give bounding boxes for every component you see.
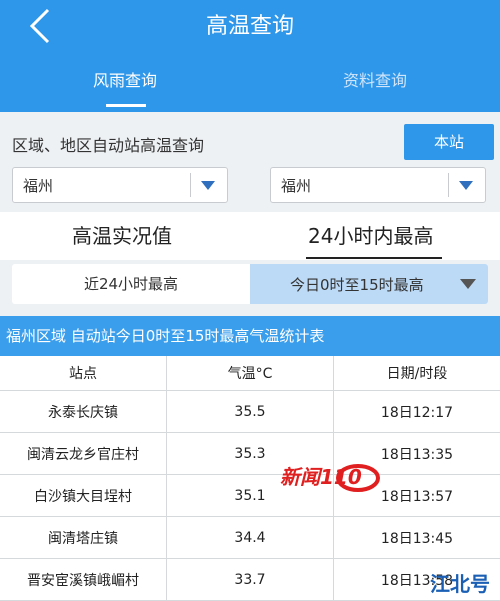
temperature-table: 站点 气温°C 日期/时段 永泰长庆镇 35.5 18日12:17 闽清云龙乡官… — [0, 356, 500, 601]
table-row[interactable]: 白沙镇大目埕村 35.1 18日13:57 — [0, 475, 500, 517]
datetime-cell: 18日13:45 — [380, 530, 454, 547]
column-divider — [166, 391, 167, 432]
table-row[interactable]: 永泰长庆镇 35.5 18日12:17 — [0, 391, 500, 433]
news-logo-icon: 新闻110 — [280, 464, 380, 492]
table-header-row: 站点 气温°C 日期/时段 — [0, 356, 500, 391]
station-cell: 晋安宦溪镇峨嵋村 — [27, 572, 139, 589]
table-row[interactable]: 晋安宦溪镇峨嵋村 33.7 18日13:58 — [0, 559, 500, 601]
column-divider — [333, 356, 334, 390]
mode-active-indicator — [306, 257, 442, 259]
range-selector: 近24小时最高 今日0时至15时最高 — [12, 264, 488, 304]
tab-bar: 风雨查询 资料查询 — [0, 66, 500, 112]
app-header: 高温查询 风雨查询 资料查询 — [0, 0, 500, 112]
table-row[interactable]: 闽清塔庄镇 34.4 18日13:45 — [0, 517, 500, 559]
column-divider — [166, 356, 167, 390]
station-cell: 白沙镇大目埕村 — [34, 488, 132, 505]
column-divider — [166, 433, 167, 474]
temperature-cell: 35.5 — [234, 403, 266, 420]
tab-active-indicator — [106, 104, 146, 107]
chevron-down-icon — [459, 181, 473, 190]
header-temperature: 气温°C — [227, 366, 273, 382]
table-title: 福州区域 自动站今日0时至15时最高气温统计表 — [0, 316, 500, 356]
column-divider — [333, 517, 334, 558]
page-title: 高温查询 — [205, 14, 294, 39]
region-select-right[interactable]: 福州 — [270, 167, 486, 203]
header-station: 站点 — [69, 366, 97, 382]
datetime-cell: 18日12:17 — [380, 404, 454, 421]
temperature-cell: 33.7 — [234, 571, 266, 588]
header-datetime: 日期/时段 — [386, 366, 448, 382]
range-option-today[interactable]: 今日0时至15时最高 — [250, 264, 488, 304]
column-divider — [333, 391, 334, 432]
chevron-down-icon — [201, 181, 215, 190]
caret-down-icon — [460, 279, 476, 289]
region-select-right-value: 福州 — [281, 177, 312, 195]
select-divider — [448, 173, 449, 197]
column-divider — [166, 559, 167, 600]
select-divider — [190, 173, 191, 197]
region-select-left-value: 福州 — [23, 177, 54, 195]
column-divider — [333, 559, 334, 600]
temperature-cell: 34.4 — [234, 529, 266, 546]
logo-text: 新闻110 — [280, 465, 362, 489]
region-select-left[interactable]: 福州 — [12, 167, 228, 203]
station-cell: 闽清云龙乡官庄村 — [27, 446, 139, 463]
range-option-24h[interactable]: 近24小时最高 — [12, 264, 250, 304]
column-divider — [166, 475, 167, 516]
mode-realtime[interactable]: 高温实况值 — [72, 220, 172, 249]
station-cell: 闽清塔庄镇 — [48, 530, 118, 547]
local-station-button[interactable]: 本站 — [404, 124, 494, 160]
table-row[interactable]: 闽清云龙乡官庄村 35.3 18日13:35 — [0, 433, 500, 475]
tab-data[interactable]: 资料查询 — [320, 66, 430, 112]
range-option-today-label: 今日0时至15时最高 — [290, 276, 424, 294]
news110-logo: 新闻110 — [278, 456, 382, 496]
table-title-text: 福州区域 自动站今日0时至15时最高气温统计表 — [6, 327, 325, 345]
station-cell: 永泰长庆镇 — [48, 404, 118, 421]
mode-switch: 高温实况值 24小时内最高 — [0, 212, 500, 260]
column-divider — [166, 517, 167, 558]
mode-24h-max[interactable]: 24小时内最高 — [308, 220, 433, 249]
watermark: 江北号 — [430, 572, 490, 596]
query-label: 区域、地区自动站高温查询 — [12, 136, 205, 155]
